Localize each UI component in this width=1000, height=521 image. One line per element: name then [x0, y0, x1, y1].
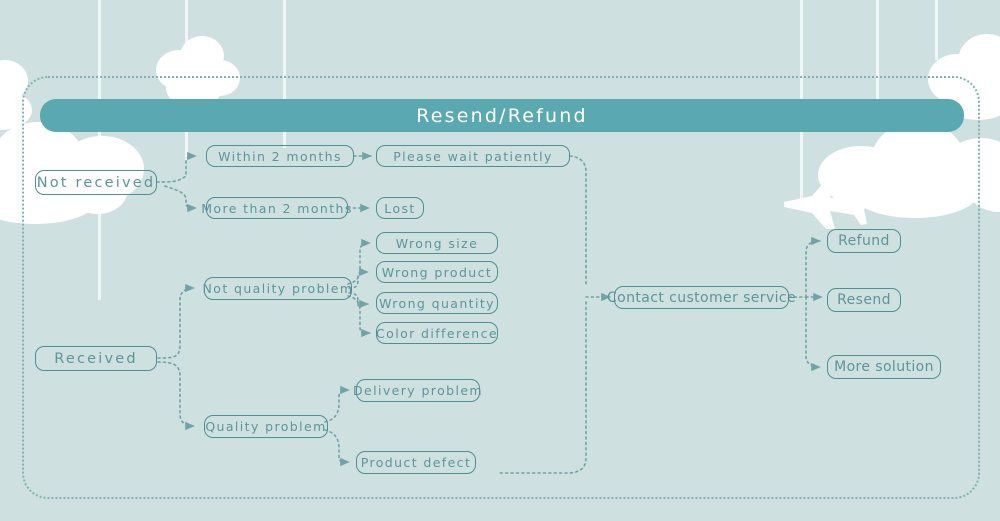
node-label: Please wait patiently: [393, 148, 553, 164]
node-label: Not received: [36, 174, 156, 191]
node-within-2-months[interactable]: Within 2 months: [206, 145, 354, 167]
node-label: Received: [54, 350, 138, 367]
node-contact-customer-service[interactable]: Contact customer service: [607, 286, 796, 309]
node-please-wait-patiently[interactable]: Please wait patiently: [376, 145, 570, 167]
node-label: Lost: [384, 200, 416, 216]
node-label: Quality problem: [205, 419, 327, 434]
node-label: Wrong quantity: [379, 295, 495, 311]
node-label: More than 2 months: [201, 200, 353, 216]
node-label: Not quality problem: [202, 281, 354, 296]
node-wrong-quantity[interactable]: Wrong quantity: [376, 292, 498, 314]
node-more-solution[interactable]: More solution: [827, 355, 941, 379]
hanging-string-icon: [935, 0, 938, 60]
node-wrong-size[interactable]: Wrong size: [376, 232, 498, 254]
title-banner: Resend/Refund: [40, 99, 964, 132]
diagram-canvas: Resend/Refund Not received Received With…: [0, 0, 1000, 521]
node-label: Wrong product: [381, 264, 493, 280]
node-quality-problem[interactable]: Quality problem: [204, 415, 328, 438]
node-wrong-product[interactable]: Wrong product: [376, 261, 498, 283]
node-not-received[interactable]: Not received: [35, 170, 157, 195]
node-label: Product defect: [360, 455, 472, 470]
node-label: Wrong size: [395, 235, 479, 251]
node-not-quality-problem[interactable]: Not quality problem: [202, 277, 354, 300]
node-resend[interactable]: Resend: [827, 288, 901, 312]
node-product-defect[interactable]: Product defect: [356, 451, 476, 474]
node-received[interactable]: Received: [35, 346, 157, 371]
node-label: Contact customer service: [606, 289, 797, 306]
node-label: Refund: [838, 233, 890, 249]
node-label: Color difference: [376, 325, 498, 341]
node-label: More solution: [834, 359, 934, 375]
node-delivery-problem[interactable]: Delivery problem: [353, 379, 483, 402]
node-more-than-2-months[interactable]: More than 2 months: [201, 197, 351, 219]
node-lost[interactable]: Lost: [376, 197, 424, 219]
page-title: Resend/Refund: [416, 104, 588, 127]
node-refund[interactable]: Refund: [827, 229, 901, 253]
node-label: Resend: [837, 292, 891, 308]
node-label: Delivery problem: [353, 383, 483, 398]
node-color-difference[interactable]: Color difference: [376, 322, 498, 344]
node-label: Within 2 months: [218, 148, 342, 164]
